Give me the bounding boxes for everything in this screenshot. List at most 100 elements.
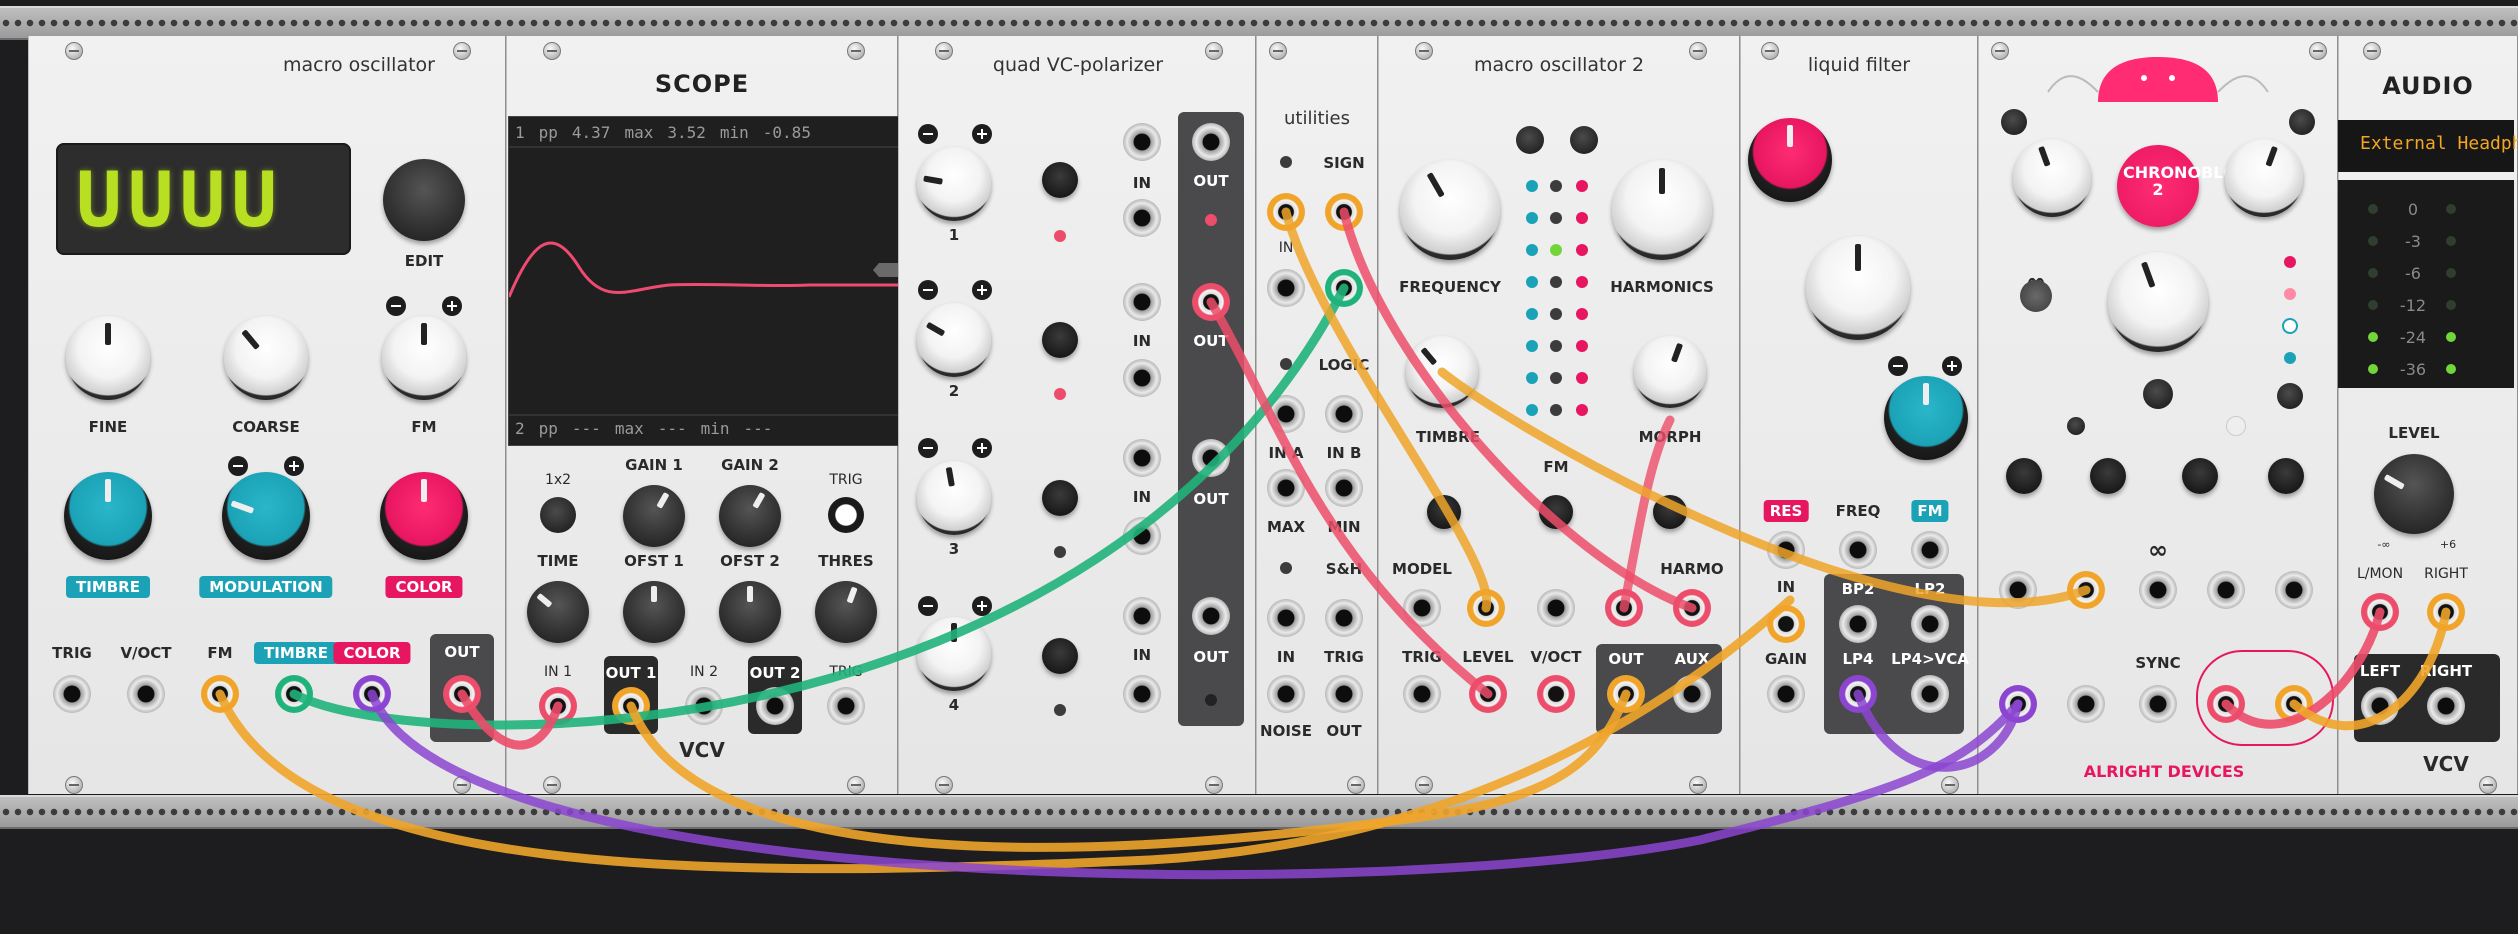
gain2-knob[interactable] [719, 485, 781, 547]
color-input-jack[interactable] [353, 675, 391, 713]
fm-cv-jack[interactable] [1911, 531, 1949, 569]
out-jack-1-top[interactable] [1192, 123, 1230, 161]
min-out-jack[interactable] [1325, 469, 1363, 507]
trig-input-jack[interactable] [53, 675, 91, 713]
in-jack-2[interactable] [1123, 359, 1161, 397]
resonance-knob[interactable] [1748, 118, 1832, 202]
right-in-jack[interactable] [2067, 685, 2105, 723]
polarizer-knob-2[interactable] [917, 303, 991, 377]
cutoff-knob[interactable] [1806, 236, 1910, 340]
small-button[interactable] [2067, 417, 2085, 435]
in-jack-3[interactable] [1123, 517, 1161, 555]
sh-out-jack[interactable] [1325, 675, 1363, 713]
frequency-knob[interactable] [1400, 160, 1500, 260]
timbre-input-jack[interactable] [275, 675, 313, 713]
noise-out-jack[interactable] [1267, 675, 1305, 713]
timbre-atten-knob[interactable] [1427, 495, 1461, 529]
voct-input-jack[interactable] [127, 675, 165, 713]
trig-jack[interactable] [1403, 675, 1441, 713]
voct-jack[interactable] [1537, 675, 1575, 713]
left-output-jack[interactable] [2361, 687, 2399, 725]
ofst2-knob[interactable] [719, 581, 781, 643]
out-jack-4[interactable] [1192, 597, 1230, 635]
in1-jack[interactable] [539, 687, 577, 725]
fm-knob[interactable] [382, 316, 466, 400]
audio-output-jack[interactable] [443, 675, 481, 713]
cv-jack-3[interactable] [2139, 571, 2177, 609]
model-button-right[interactable] [1570, 126, 1598, 154]
sh-in-jack[interactable] [1267, 599, 1305, 637]
in-jack-1[interactable] [1123, 199, 1161, 237]
small-button[interactable] [2226, 416, 2246, 436]
cv-atten-knob-4[interactable] [2268, 458, 2304, 494]
cv-atten-knob-2[interactable] [2090, 458, 2126, 494]
select-button[interactable] [2277, 383, 2303, 409]
cv-jack-4[interactable] [2207, 571, 2245, 609]
cv-in-jack-1[interactable] [1123, 123, 1161, 161]
cv-jack-2[interactable] [2067, 571, 2105, 609]
sign-out-jack-b[interactable] [1325, 269, 1363, 307]
audio-device-selector[interactable]: External Headphones [2338, 120, 2518, 172]
freeze-button[interactable] [2289, 109, 2315, 135]
sign-in-jack-b[interactable] [1267, 269, 1305, 307]
logic-in-a-jack[interactable] [1267, 395, 1305, 433]
out-jack-3[interactable] [1192, 439, 1230, 477]
cv-amount-knob-4[interactable] [1042, 638, 1078, 674]
left-in-jack[interactable] [1999, 685, 2037, 723]
sign-in-jack-a[interactable] [1267, 193, 1305, 231]
out-jack[interactable] [1607, 675, 1645, 713]
cv-amount-knob-3[interactable] [1042, 480, 1078, 516]
fm-cv-jack[interactable] [1537, 589, 1575, 627]
aux-jack[interactable] [1673, 675, 1711, 713]
lp4-out-jack[interactable] [1839, 675, 1877, 713]
cv-jack-5[interactable] [2275, 571, 2313, 609]
fm-atten-knob[interactable] [1539, 495, 1573, 529]
feedback-knob[interactable] [2225, 139, 2303, 217]
polarizer-knob-1[interactable] [917, 147, 991, 221]
cv-amount-knob-2[interactable] [1042, 322, 1078, 358]
cv-in-jack-2[interactable] [1123, 283, 1161, 321]
sync-jack[interactable] [2139, 685, 2177, 723]
left-out-jack[interactable] [2207, 685, 2245, 723]
harmo-cv-jack[interactable] [1673, 589, 1711, 627]
mix-knob[interactable] [2108, 252, 2208, 352]
mode-button[interactable] [2143, 379, 2173, 409]
logic-in-b-jack[interactable] [1325, 395, 1363, 433]
color-knob[interactable] [380, 472, 468, 560]
cv-atten-knob-3[interactable] [2182, 458, 2218, 494]
gain1-knob[interactable] [623, 485, 685, 547]
1x2-button[interactable] [540, 497, 576, 533]
cv-in-jack-4[interactable] [1123, 597, 1161, 635]
lp2-out-jack[interactable] [1911, 605, 1949, 643]
lp4vca-out-jack[interactable] [1911, 675, 1949, 713]
timbre-knob[interactable] [1406, 336, 1478, 408]
infinite-hold-button[interactable] [2020, 280, 2052, 312]
out2-jack[interactable] [756, 687, 794, 725]
level-jack[interactable] [1469, 675, 1507, 713]
fm-amount-knob[interactable] [1884, 376, 1968, 460]
right-output-jack[interactable] [2427, 687, 2465, 725]
right-out-jack[interactable] [2275, 685, 2313, 723]
right-input-jack[interactable] [2427, 593, 2465, 631]
model-button-left[interactable] [1516, 126, 1544, 154]
cv-in-jack-3[interactable] [1123, 439, 1161, 477]
freq-cv-jack[interactable] [1839, 531, 1877, 569]
res-cv-jack[interactable] [1767, 531, 1805, 569]
out1-jack[interactable] [612, 687, 650, 725]
out-jack-2[interactable] [1192, 283, 1230, 321]
cv-atten-knob-1[interactable] [2006, 458, 2042, 494]
sh-trig-jack[interactable] [1325, 599, 1363, 637]
morph-atten-knob[interactable] [1653, 495, 1687, 529]
level-knob[interactable] [2374, 454, 2454, 534]
harmonics-knob[interactable] [1612, 160, 1712, 260]
polarizer-knob-4[interactable] [917, 617, 991, 691]
max-out-jack[interactable] [1267, 469, 1305, 507]
bp2-out-jack[interactable] [1839, 605, 1877, 643]
fine-knob[interactable] [66, 316, 150, 400]
cv-amount-knob-1[interactable] [1042, 162, 1078, 198]
audio-in-jack[interactable] [1767, 605, 1805, 643]
polarizer-knob-3[interactable] [917, 461, 991, 535]
trig-button[interactable] [828, 497, 864, 533]
fm-input-jack[interactable] [201, 675, 239, 713]
gain-cv-jack[interactable] [1767, 675, 1805, 713]
